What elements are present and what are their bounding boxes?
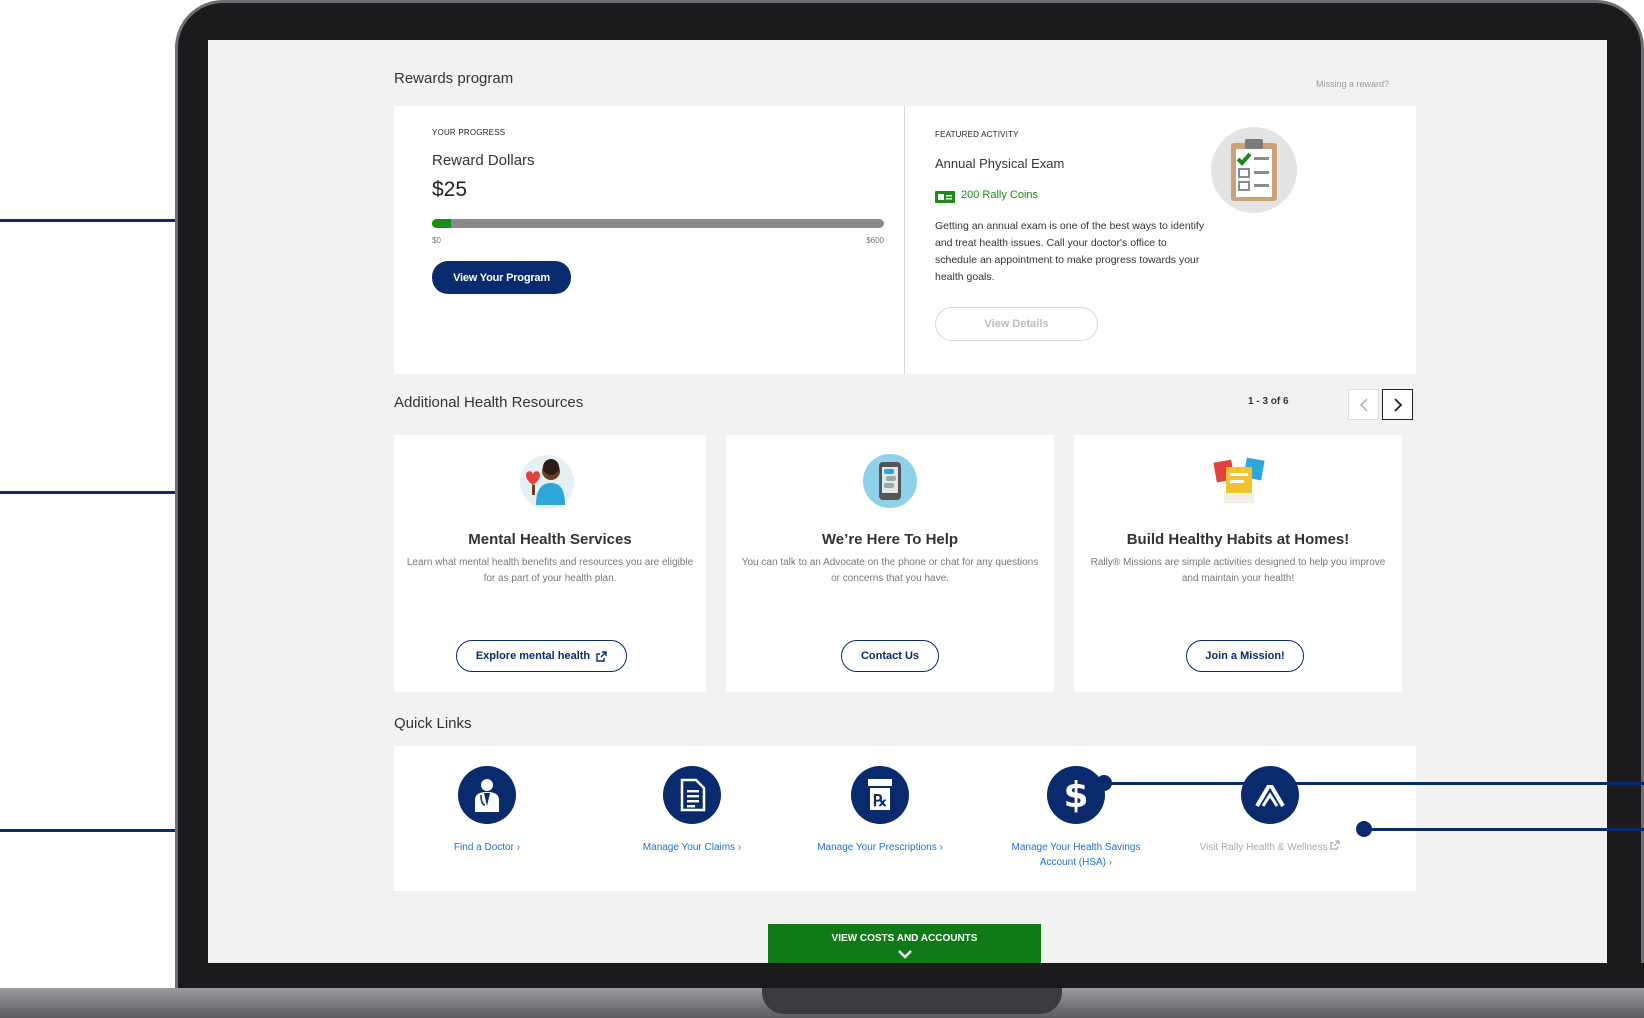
contact-us-button[interactable]: Contact Us — [841, 640, 939, 672]
view-costs-accounts-bar[interactable]: VIEW COSTS AND ACCOUNTS — [768, 924, 1041, 963]
chevron-down-icon — [897, 950, 912, 959]
chevron-left-icon — [1359, 397, 1368, 412]
external-link-icon — [1330, 840, 1341, 850]
featured-activity-title: Annual Physical Exam — [935, 156, 1065, 171]
callout-line-hsa — [1104, 782, 1644, 785]
resource-card-mental-health: Mental Health Services Learn what mental… — [394, 435, 706, 692]
laptop-base-notch — [762, 988, 1062, 1014]
quick-links-section-title: Quick Links — [394, 715, 472, 732]
view-costs-accounts-label: VIEW COSTS AND ACCOUNTS — [831, 933, 978, 944]
chevron-right-icon — [1393, 397, 1402, 412]
view-details-button[interactable]: View Details — [935, 307, 1098, 341]
resource-desc-mental-health: Learn what mental health benefits and re… — [406, 557, 694, 584]
callout-line-rally — [1364, 828, 1644, 831]
missing-reward-link[interactable]: Missing a reward? — [1316, 79, 1389, 89]
resource-card-healthy-habits: Build Healthy Habits at Homes! Rally® Mi… — [1074, 435, 1402, 692]
prescription-icon: ℞ — [851, 766, 909, 824]
marketing-stage: Rewards program Missing a reward? YOUR P… — [0, 0, 1644, 1018]
pager-count: 1 - 3 of 6 — [1248, 396, 1289, 407]
rally-coins-amount: 200 Rally Coins — [961, 189, 1039, 201]
resource-desc-healthy-habits: Rally® Missions are simple activities de… — [1090, 557, 1386, 584]
your-progress-caption: YOUR PROGRESS — [432, 128, 506, 137]
reward-progress-fill — [432, 219, 451, 228]
featured-activity-card: FEATURED ACTIVITY Annual Physical Exam 2… — [905, 106, 1416, 374]
resource-desc-here-to-help: You can talk to an Advocate on the phone… — [741, 557, 1039, 584]
person-heart-icon — [518, 453, 576, 511]
quick-link-prescriptions-label: Manage Your Prescriptions › — [817, 842, 943, 853]
rally-health-label-text: Visit Rally Health & Wellness — [1199, 842, 1328, 853]
view-your-program-button[interactable]: View Your Program — [432, 261, 571, 294]
clipboard-checklist-icon — [1211, 127, 1297, 213]
rewards-section-title: Rewards program — [394, 70, 514, 87]
quick-link-manage-claims[interactable]: Manage Your Claims › — [602, 766, 782, 855]
reward-dollars-title: Reward Dollars — [432, 152, 535, 169]
reward-amount: $25 — [432, 178, 468, 201]
mission-cards-icon — [1212, 455, 1266, 505]
laptop-bezel-bottom — [178, 963, 1644, 989]
doctor-icon — [458, 766, 516, 824]
resource-card-here-to-help: We’re Here To Help You can talk to an Ad… — [726, 435, 1054, 692]
svg-text:℞: ℞ — [873, 793, 887, 810]
quick-link-manage-claims-label: Manage Your Claims › — [642, 842, 742, 853]
rally-logo-icon — [1241, 766, 1299, 824]
explore-mental-health-label: Explore mental health — [475, 650, 591, 662]
progress-min-label: $0 — [432, 236, 441, 245]
quick-link-find-doctor[interactable]: Find a Doctor › — [397, 766, 577, 855]
dollar-icon: $ — [1047, 766, 1105, 824]
featured-activity-description: Getting an annual exam is one of the bes… — [935, 220, 1205, 283]
quick-link-prescriptions[interactable]: ℞ Manage Your Prescriptions › — [790, 766, 970, 855]
quick-links-panel: Find a Doctor › Manage Your Claims › ℞ M… — [394, 746, 1416, 891]
reward-progress-bar — [432, 219, 884, 228]
featured-activity-caption: FEATURED ACTIVITY — [935, 130, 1019, 139]
external-link-icon — [596, 650, 607, 662]
pager-next-button[interactable] — [1382, 389, 1413, 420]
quick-link-hsa-label: Manage Your Health Savings Account (HSA)… — [1011, 842, 1141, 868]
join-a-mission-button[interactable]: Join a Mission! — [1186, 640, 1304, 672]
progress-max-label: $600 — [866, 236, 884, 245]
phone-chat-icon — [862, 453, 918, 509]
resources-section-title: Additional Health Resources — [394, 394, 584, 411]
laptop-screen: Rewards program Missing a reward? YOUR P… — [208, 40, 1607, 963]
rally-coin-icon — [935, 190, 955, 203]
pager-prev-button[interactable] — [1348, 389, 1379, 420]
resource-title-here-to-help: We’re Here To Help — [821, 531, 959, 548]
resource-title-healthy-habits: Build Healthy Habits at Homes! — [1126, 531, 1350, 548]
document-icon — [663, 766, 721, 824]
explore-mental-health-button[interactable]: Explore mental health — [456, 640, 627, 672]
quick-link-find-doctor-label: Find a Doctor › — [453, 842, 521, 853]
quick-link-rally-health[interactable]: Visit Rally Health & Wellness — [1180, 766, 1360, 855]
resource-title-mental-health: Mental Health Services — [468, 531, 632, 548]
quick-link-rally-health-label: Visit Rally Health & Wellness — [1180, 840, 1360, 855]
reward-progress-card: YOUR PROGRESS Reward Dollars $25 $0 $600… — [394, 106, 904, 374]
